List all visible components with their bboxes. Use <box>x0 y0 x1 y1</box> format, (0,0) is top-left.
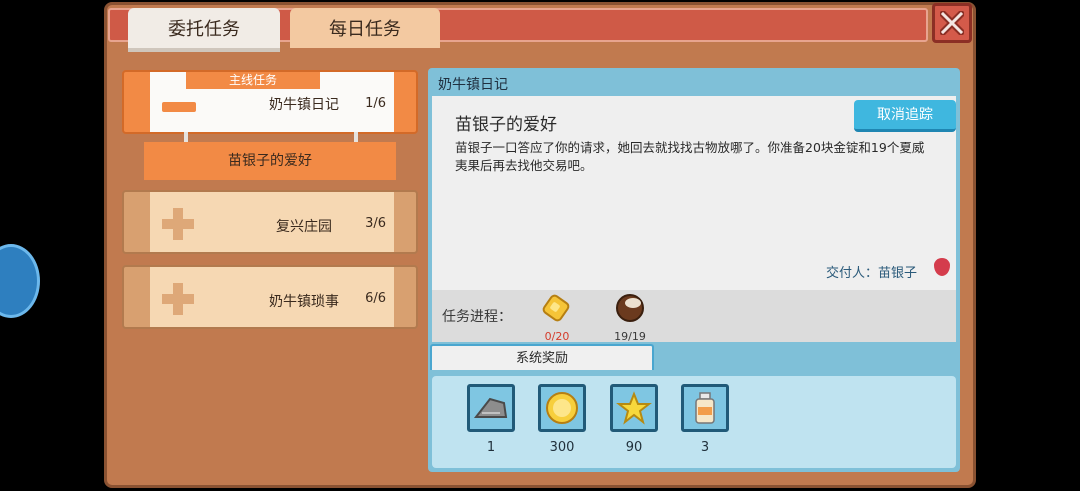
reward-item[interactable]: 1 <box>464 384 518 455</box>
gold-ingot-icon <box>542 294 570 322</box>
tab-daily[interactable]: 每日任务 <box>290 8 440 48</box>
quest-card-title: 复兴庄园 <box>276 219 332 235</box>
expand-plus-icon <box>162 208 194 240</box>
sub-quest-item[interactable]: 苗银子的爱好 <box>144 142 396 180</box>
requirement-gold-ingot: 0/20 <box>532 292 582 343</box>
quest-description: 苗银子一口答应了你的请求，她回去就找找古物放哪了。你准备20块金锭和19个夏威夷… <box>455 140 925 173</box>
reward-item[interactable]: 3 <box>678 384 732 455</box>
expand-plus-icon <box>162 283 194 315</box>
main-quest-ribbon: 主线任务 <box>186 72 320 89</box>
requirement-value: 0/20 <box>544 330 570 343</box>
quest-name: 苗银子的爱好 <box>455 115 557 135</box>
quest-card-count: 6/6 <box>365 291 386 306</box>
rewards-tab[interactable]: 系统奖励 <box>430 344 654 370</box>
close-icon <box>940 11 964 35</box>
connector-right <box>354 132 358 142</box>
reward-value: 1 <box>486 440 496 455</box>
reward-item[interactable]: 300 <box>535 384 589 455</box>
reward-value: 300 <box>549 440 575 455</box>
gold-coin-icon <box>546 392 578 424</box>
quest-giver: 交付人：苗银子 <box>826 266 918 281</box>
close-button[interactable] <box>932 3 972 43</box>
requirement-macadamia: 19/19 <box>605 292 655 343</box>
reward-item[interactable]: 90 <box>607 384 661 455</box>
cloth-icon <box>473 397 508 418</box>
progress-label: 任务进程： <box>442 309 512 325</box>
quest-card-count: 1/6 <box>365 96 386 111</box>
tab-commission[interactable]: 委托任务 <box>128 8 280 52</box>
reward-value: 3 <box>700 440 710 455</box>
collapse-icon <box>162 102 196 112</box>
star-icon <box>616 391 652 425</box>
quest-card-title: 奶牛镇琐事 <box>269 294 339 310</box>
quest-card-count: 3/6 <box>365 216 386 231</box>
floating-menu-button[interactable] <box>0 244 40 318</box>
quest-card-cowtown-chores[interactable]: 奶牛镇琐事 6/6 <box>122 265 418 329</box>
quest-card-revive-farm[interactable]: 复兴庄园 3/6 <box>122 190 418 254</box>
detail-header: 奶牛镇日记 <box>438 77 508 93</box>
milk-bottle-icon <box>695 392 715 424</box>
quest-card-title: 奶牛镇日记 <box>269 97 339 113</box>
connector-left <box>184 132 188 142</box>
reward-value: 90 <box>625 440 643 455</box>
untrack-button[interactable]: 取消追踪 <box>854 100 956 132</box>
requirement-value: 19/19 <box>614 330 646 343</box>
macadamia-nut-icon <box>616 294 644 322</box>
